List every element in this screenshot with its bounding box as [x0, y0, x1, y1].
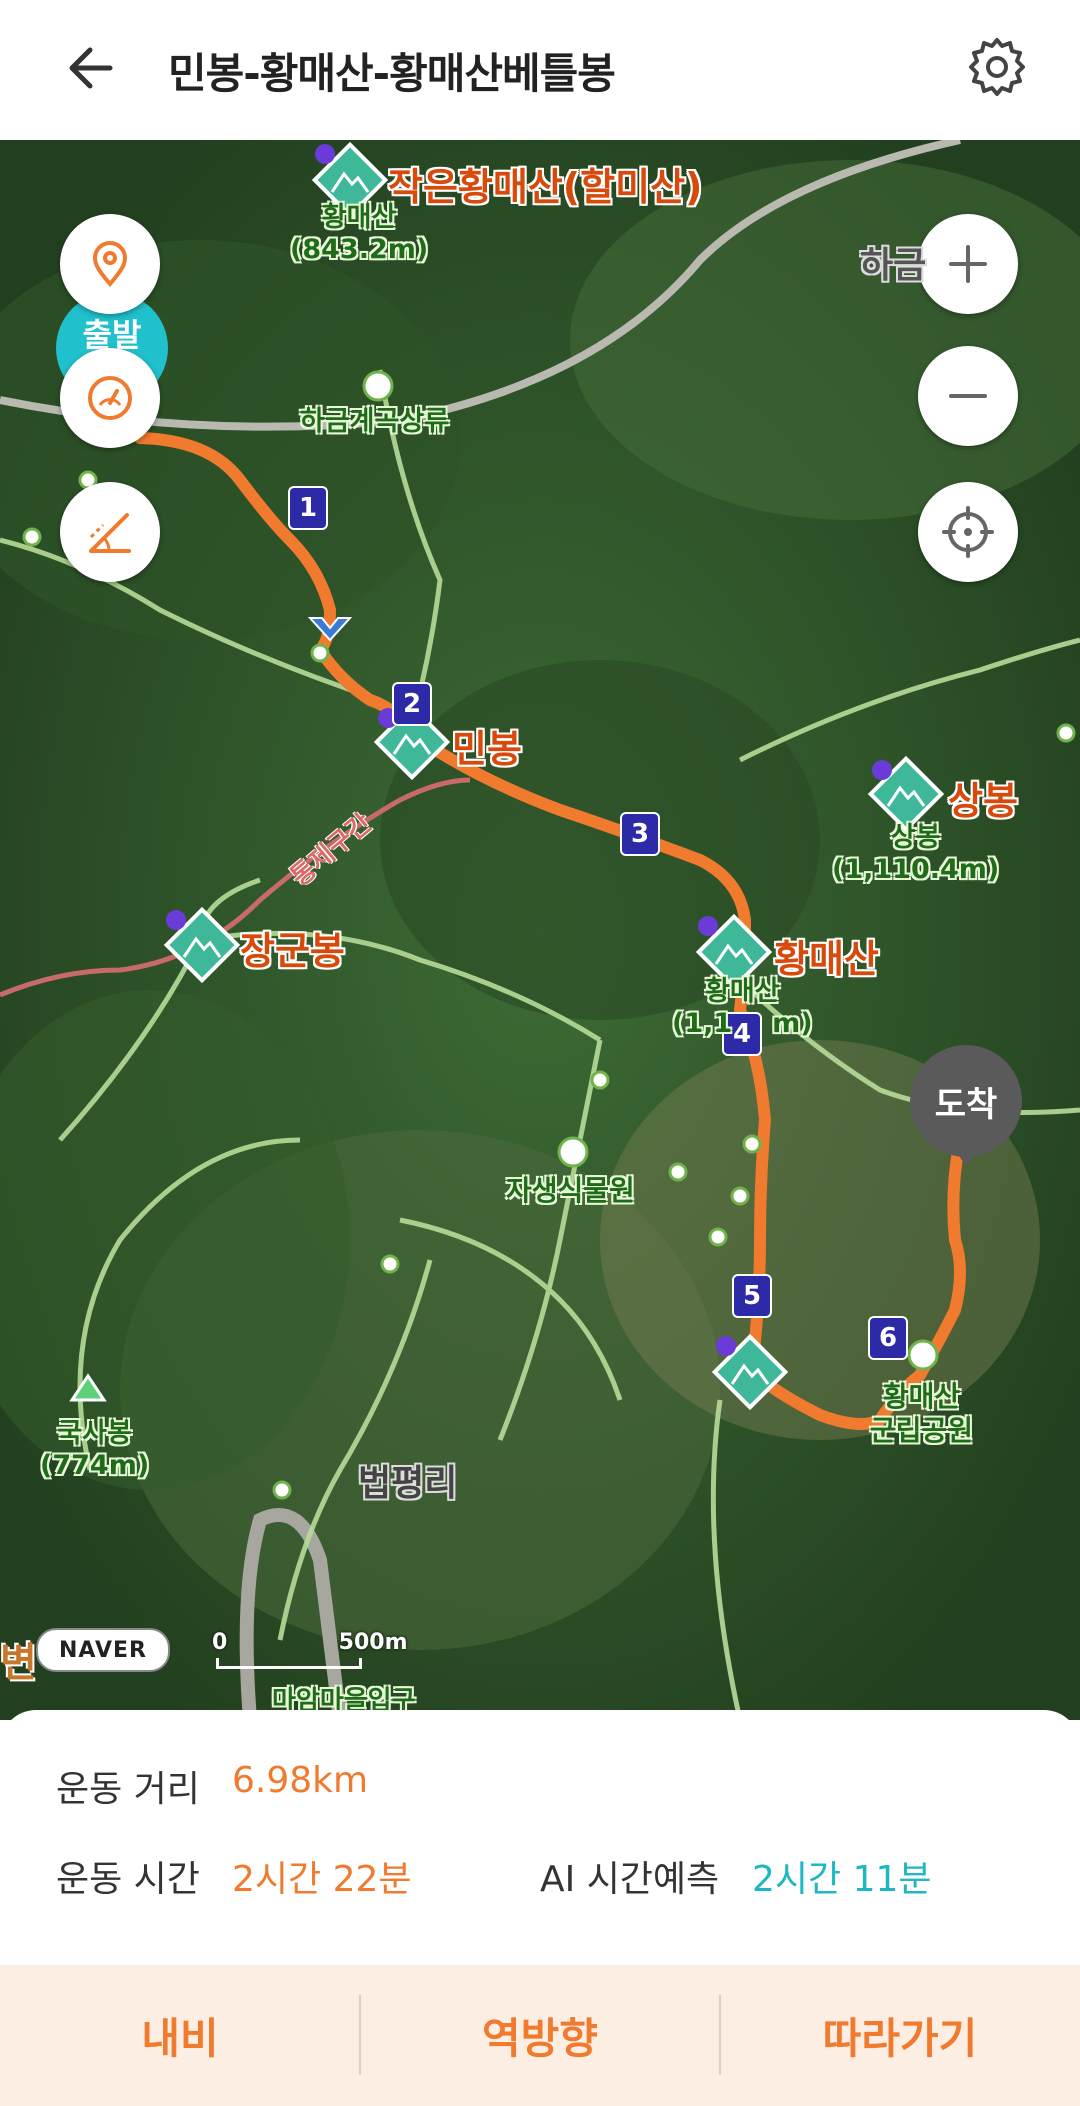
minus-icon [949, 394, 987, 398]
back-button[interactable] [58, 38, 138, 102]
slope-icon [89, 513, 131, 553]
distance-label: 운동 거리 [56, 1769, 200, 1810]
zoom-out-button[interactable] [918, 346, 1018, 446]
ai-estimate-label: AI 시간예측 [540, 1859, 720, 1900]
waypoint-marker[interactable]: 2 [392, 682, 432, 726]
map-scale: 0 500m [212, 1630, 408, 1669]
satellite-map[interactable]: 1 2 3 4 5 6 출발 도착 작은황매산(할미산) 황매산 (843.2m… [0, 140, 1080, 1720]
navigate-button[interactable]: 내비 [0, 1965, 360, 2106]
map-canvas [0, 140, 1080, 1720]
action-bar: 내비 역방향 따라가기 [0, 1965, 1080, 2106]
my-location-button[interactable] [918, 482, 1018, 582]
waypoint-marker[interactable]: 5 [732, 1274, 772, 1318]
scale-zero: 0 [212, 1630, 228, 1655]
scale-label: 500m [338, 1630, 408, 1655]
waypoint-marker[interactable]: 4 [722, 1012, 762, 1056]
zoom-in-button[interactable] [918, 214, 1018, 314]
naver-logo: NAVER [36, 1628, 170, 1672]
time-label: 운동 시간 [56, 1859, 200, 1900]
waypoint-marker[interactable]: 6 [868, 1316, 908, 1360]
location-pin-icon [92, 241, 128, 288]
location-pin-button[interactable] [60, 214, 160, 314]
waypoint-marker[interactable]: 1 [288, 486, 328, 530]
speedometer-button[interactable] [60, 348, 160, 448]
page-title: 민봉-황매산-황매산베틀봉 [168, 49, 616, 98]
slope-button[interactable] [60, 482, 160, 582]
end-marker-tail [948, 1140, 984, 1166]
settings-button[interactable] [966, 36, 1028, 98]
follow-button[interactable]: 따라가기 [720, 1965, 1080, 2106]
time-value: 2시간 22분 [232, 1859, 412, 1900]
distance-value: 6.98km [232, 1760, 369, 1801]
ai-estimate-value: 2시간 11분 [752, 1859, 932, 1900]
plus-icon [949, 245, 987, 283]
back-arrow-icon [69, 47, 113, 89]
waypoint-marker[interactable]: 3 [620, 812, 660, 856]
reverse-button[interactable]: 역방향 [360, 1965, 720, 2106]
speedometer-icon [88, 376, 132, 420]
app-header: 민봉-황매산-황매산베틀봉 [0, 0, 1080, 140]
crosshair-icon [942, 506, 994, 558]
gear-icon [969, 38, 1025, 96]
scale-bar [216, 1658, 362, 1669]
